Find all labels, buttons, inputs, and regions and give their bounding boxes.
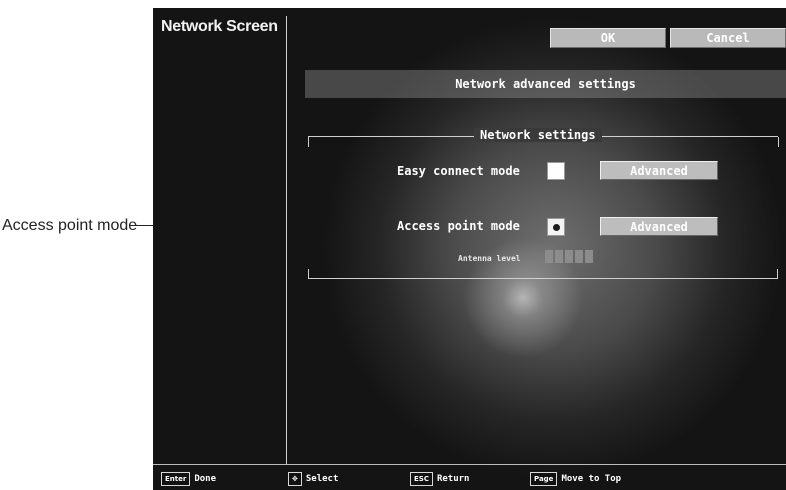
- group-title: Network settings: [474, 128, 602, 142]
- access-point-checkbox[interactable]: [547, 218, 565, 236]
- network-settings-frame: [308, 136, 779, 279]
- cancel-button[interactable]: Cancel: [670, 28, 786, 48]
- network-settings-frame-bottom: [308, 269, 778, 279]
- arrow-keys-icon: ✥: [288, 472, 302, 486]
- screen-title: Network Screen: [161, 18, 278, 35]
- ok-button[interactable]: OK: [550, 28, 666, 48]
- easy-connect-checkbox[interactable]: [547, 162, 565, 180]
- easy-connect-advanced-button[interactable]: Advanced: [600, 161, 718, 180]
- enter-key-icon: Enter: [161, 472, 191, 486]
- antenna-bar: [555, 250, 563, 263]
- antenna-level-label: Antenna level: [458, 254, 521, 263]
- footer-hint-text: Done: [194, 474, 216, 484]
- easy-connect-label: Easy connect mode: [397, 164, 520, 178]
- antenna-bar: [545, 250, 553, 263]
- access-point-label: Access point mode: [397, 219, 520, 233]
- footer-hint-select: ✥ Select: [288, 472, 338, 486]
- antenna-level-meter: [545, 250, 593, 263]
- footer-hint-return: ESC Return: [410, 472, 469, 486]
- footer-hint-text: Move to Top: [561, 474, 622, 484]
- esc-key-icon: ESC: [410, 472, 433, 486]
- section-banner: Network advanced settings: [305, 70, 786, 98]
- footer-hint-text: Select: [305, 474, 339, 484]
- vertical-divider: [286, 16, 287, 464]
- antenna-bar: [565, 250, 573, 263]
- footer-hint-done: Enter Done: [161, 472, 216, 486]
- footer-hint-move-top: Page Move to Top: [530, 472, 621, 486]
- selected-dot-icon: [553, 224, 560, 231]
- network-screen: Network Screen OK Cancel Network advance…: [153, 8, 786, 490]
- access-point-advanced-button[interactable]: Advanced: [600, 217, 718, 236]
- footer-hint-text: Return: [436, 474, 470, 484]
- page-key-icon: Page: [530, 472, 558, 486]
- antenna-bar: [575, 250, 583, 263]
- callout-label: Access point mode: [2, 217, 138, 234]
- antenna-bar: [585, 250, 593, 263]
- footer-divider: [153, 464, 786, 465]
